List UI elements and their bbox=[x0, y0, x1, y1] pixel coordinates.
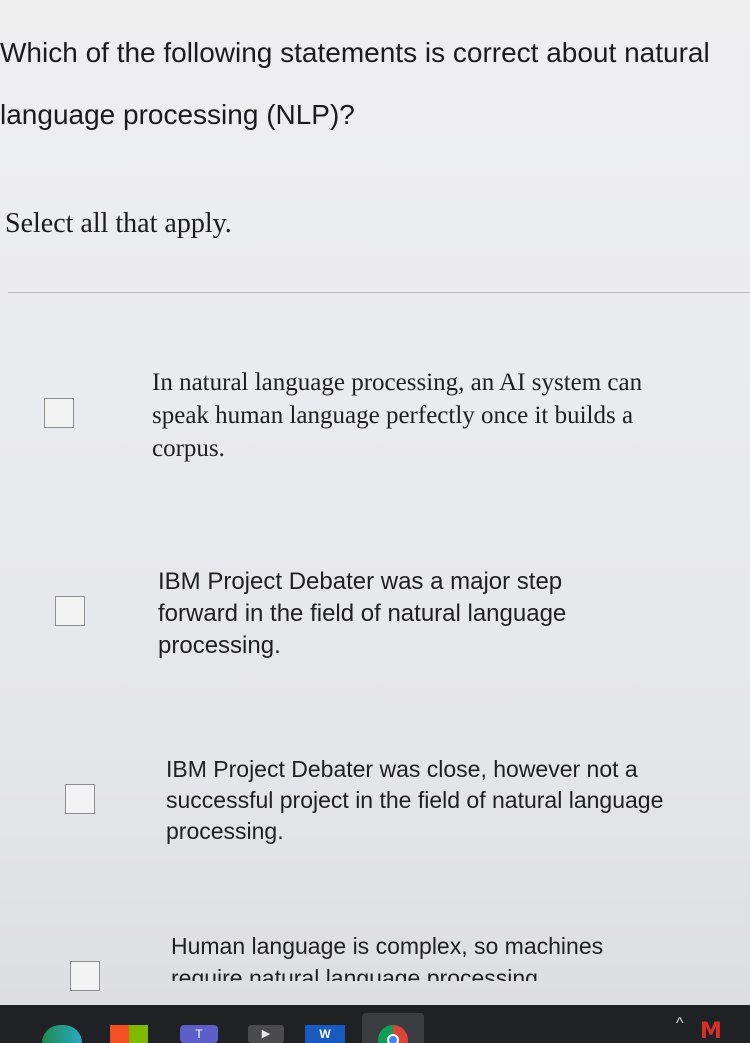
word-app-icon[interactable]: W bbox=[305, 1025, 345, 1043]
store-app-icon[interactable] bbox=[110, 1025, 148, 1043]
option-4-label: Human language is complex, so machines r… bbox=[171, 933, 604, 981]
option-1-label: In natural language processing, an AI sy… bbox=[152, 369, 643, 462]
option-4-checkbox[interactable] bbox=[70, 961, 100, 991]
taskbar: T ▶ W ^ M bbox=[0, 1005, 750, 1043]
option-3-label: IBM Project Debater was close, however n… bbox=[166, 756, 664, 844]
system-tray-chevron-icon[interactable]: ^ bbox=[676, 1015, 684, 1033]
option-1-checkbox[interactable] bbox=[44, 398, 74, 428]
gmail-icon[interactable]: M bbox=[700, 1019, 722, 1043]
answer-options: In natural language processing, an AI sy… bbox=[0, 0, 750, 1005]
edge-browser-icon[interactable] bbox=[42, 1025, 82, 1043]
option-3-checkbox[interactable] bbox=[65, 784, 95, 814]
chrome-browser-icon bbox=[378, 1025, 408, 1043]
option-2-checkbox[interactable] bbox=[55, 596, 85, 626]
chrome-browser-active-tab[interactable] bbox=[362, 1013, 424, 1043]
option-2-label: IBM Project Debater was a major step for… bbox=[158, 568, 567, 659]
quiz-page: Which of the following statements is cor… bbox=[0, 0, 750, 1005]
teams-app-icon[interactable]: T bbox=[180, 1025, 218, 1043]
media-app-icon[interactable]: ▶ bbox=[248, 1025, 284, 1043]
